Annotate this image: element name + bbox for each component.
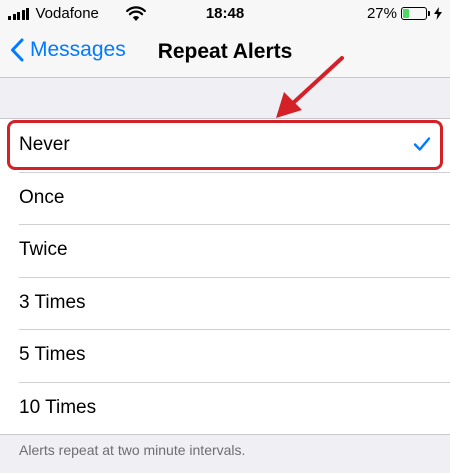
status-bar: Vodafone 18:48 27%	[0, 0, 450, 28]
option-5-times[interactable]: 5 Times	[0, 329, 450, 382]
option-label: 10 Times	[19, 396, 97, 418]
option-once[interactable]: Once	[0, 171, 450, 225]
navigation-bar: Messages Repeat Alerts	[0, 28, 450, 78]
option-never[interactable]: Never	[0, 119, 450, 172]
option-3-times[interactable]: 3 Times	[0, 276, 450, 330]
charging-bolt-icon	[434, 7, 442, 20]
status-right: 27%	[367, 5, 442, 22]
option-label: 5 Times	[19, 344, 86, 366]
option-label: Never	[19, 134, 70, 156]
option-twice[interactable]: Twice	[0, 224, 450, 277]
repeat-options-list: Never Once Twice 3 Times 5 Times 10 Time…	[0, 118, 450, 435]
page-title: Repeat Alerts	[157, 40, 293, 63]
battery-fill	[403, 9, 409, 18]
option-label: 3 Times	[19, 291, 86, 313]
option-label: Twice	[19, 239, 68, 261]
checkmark-icon	[413, 137, 431, 151]
battery-icon	[401, 7, 427, 20]
battery-percent: 27%	[366, 5, 397, 22]
footer-note: Alerts repeat at two minute intervals.	[19, 442, 246, 458]
battery-cap	[428, 11, 430, 16]
option-10-times[interactable]: 10 Times	[0, 381, 450, 435]
option-label: Once	[19, 186, 65, 208]
